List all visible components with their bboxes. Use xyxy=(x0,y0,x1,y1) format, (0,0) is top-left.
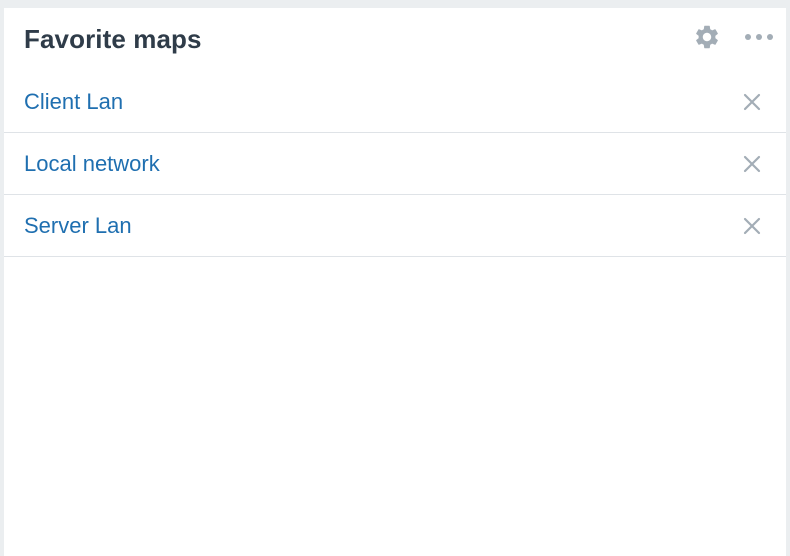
list-item: Local network xyxy=(4,133,786,195)
more-horizontal-icon xyxy=(745,34,773,40)
remove-favorite-button[interactable] xyxy=(740,214,764,238)
favorites-list: Client Lan Local network Server Lan xyxy=(4,72,786,257)
settings-button[interactable] xyxy=(692,22,722,52)
favorite-link-server-lan[interactable]: Server Lan xyxy=(24,213,132,239)
header-actions xyxy=(692,22,774,52)
remove-favorite-button[interactable] xyxy=(740,152,764,176)
widget-header: Favorite maps xyxy=(4,8,786,72)
more-options-button[interactable] xyxy=(744,22,774,52)
favorite-link-local-network[interactable]: Local network xyxy=(24,151,160,177)
widget-title: Favorite maps xyxy=(24,24,202,54)
close-icon xyxy=(743,155,761,172)
list-item: Client Lan xyxy=(4,72,786,133)
remove-favorite-button[interactable] xyxy=(740,90,764,114)
close-icon xyxy=(743,93,761,111)
close-icon xyxy=(743,217,761,234)
favorite-maps-widget: Favorite maps Client Lan Local network S… xyxy=(4,8,786,556)
gear-icon xyxy=(696,25,718,49)
list-item: Server Lan xyxy=(4,195,786,257)
favorite-link-client-lan[interactable]: Client Lan xyxy=(24,89,123,115)
